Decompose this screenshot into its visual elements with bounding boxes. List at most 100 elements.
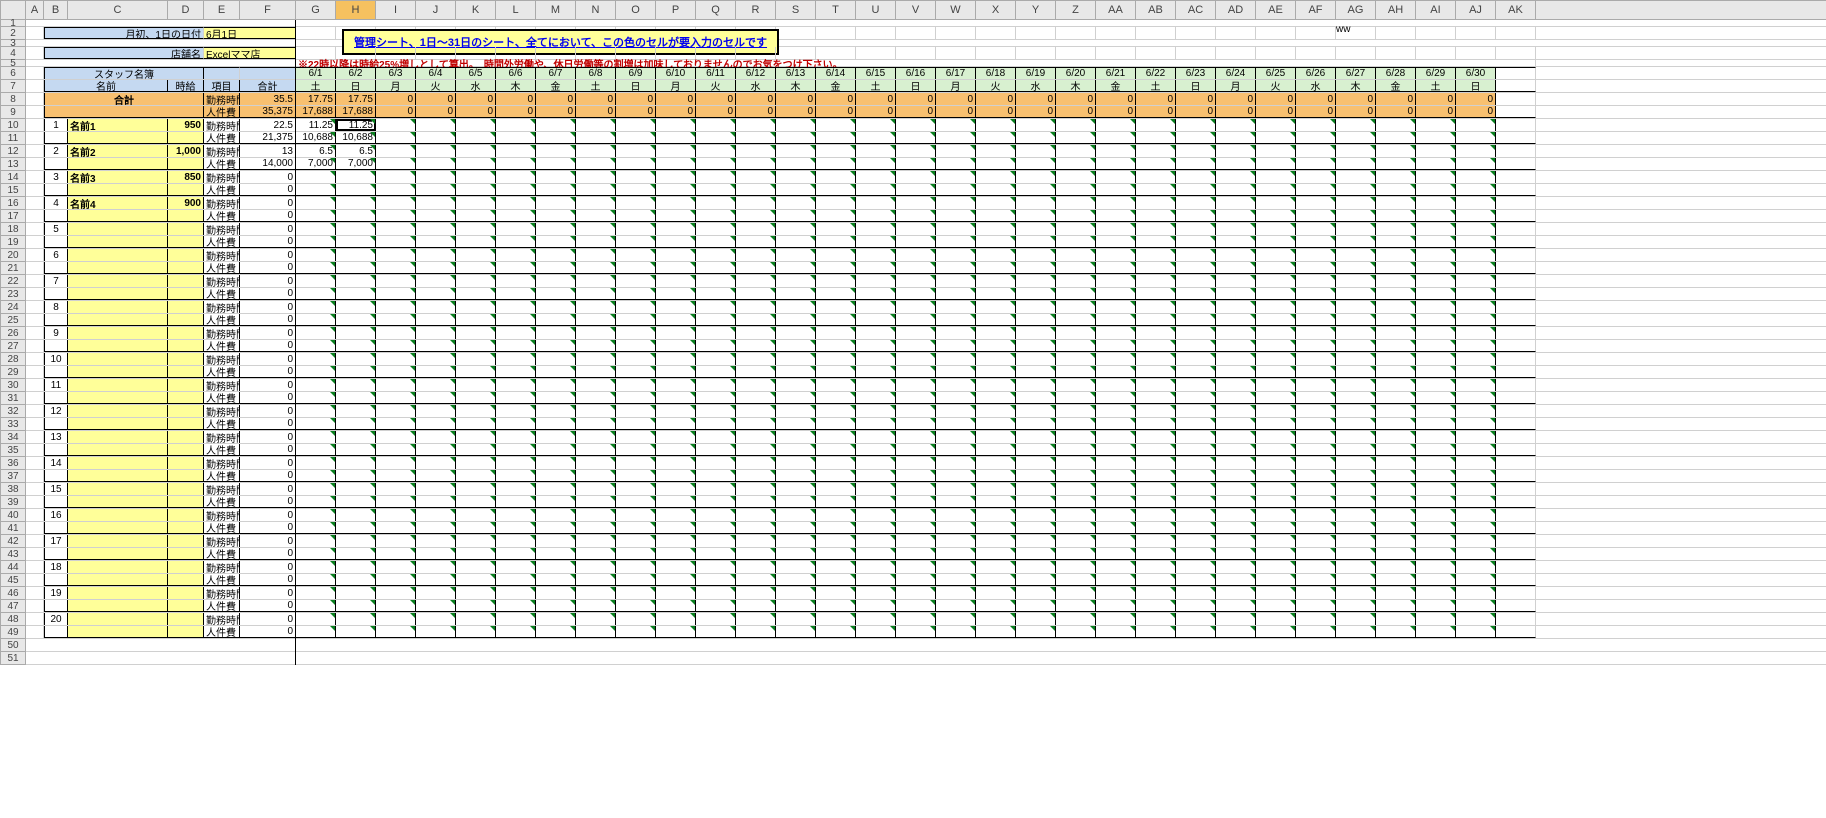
staff-2-h-27[interactable]: [1376, 145, 1416, 157]
row-header-42[interactable]: 42: [1, 535, 25, 548]
staff-wage-19[interactable]: [168, 587, 204, 599]
staff-12-h-1[interactable]: [336, 405, 376, 417]
staff-9-h-14[interactable]: [856, 327, 896, 339]
row-header-38[interactable]: 38: [1, 483, 25, 496]
staff-4-h-8[interactable]: [616, 197, 656, 209]
staff-13-h-13[interactable]: [816, 431, 856, 443]
staff-8-h-13[interactable]: [816, 301, 856, 313]
staff-9-h-11[interactable]: [736, 327, 776, 339]
staff-11-h-15[interactable]: [896, 379, 936, 391]
staff-16-h-7[interactable]: [576, 509, 616, 521]
staff-7-h-8[interactable]: [616, 275, 656, 287]
staff-7-h-7[interactable]: [576, 275, 616, 287]
staff-15-h-23[interactable]: [1216, 483, 1256, 495]
staff-11-h-28[interactable]: [1416, 379, 1456, 391]
staff-3-h-11[interactable]: [736, 171, 776, 183]
staff-5-h-5[interactable]: [496, 223, 536, 235]
col-header-Y[interactable]: Y: [1016, 1, 1056, 19]
staff-name-13[interactable]: [68, 431, 168, 443]
staff-5-h-7[interactable]: [576, 223, 616, 235]
staff-1-h-7[interactable]: [576, 119, 616, 131]
staff-9-h-18[interactable]: [1016, 327, 1056, 339]
col-header-AD[interactable]: AD: [1216, 1, 1256, 19]
staff-15-h-19[interactable]: [1056, 483, 1096, 495]
staff-14-h-16[interactable]: [936, 457, 976, 469]
staff-1-h-19[interactable]: [1056, 119, 1096, 131]
staff-13-h-3[interactable]: [416, 431, 456, 443]
row-header-44[interactable]: 44: [1, 561, 25, 574]
row-header-8[interactable]: 8: [1, 93, 25, 106]
staff-7-h-17[interactable]: [976, 275, 1016, 287]
staff-1-h-26[interactable]: [1336, 119, 1376, 131]
staff-5-h-6[interactable]: [536, 223, 576, 235]
staff-14-h-25[interactable]: [1296, 457, 1336, 469]
row-header-29[interactable]: 29: [1, 366, 25, 379]
staff-3-h-4[interactable]: [456, 171, 496, 183]
staff-17-h-14[interactable]: [856, 535, 896, 547]
col-header-X[interactable]: X: [976, 1, 1016, 19]
staff-11-h-16[interactable]: [936, 379, 976, 391]
staff-13-h-4[interactable]: [456, 431, 496, 443]
staff-8-h-19[interactable]: [1056, 301, 1096, 313]
staff-13-h-29[interactable]: [1456, 431, 1496, 443]
staff-10-h-13[interactable]: [816, 353, 856, 365]
staff-11-h-26[interactable]: [1336, 379, 1376, 391]
staff-17-h-3[interactable]: [416, 535, 456, 547]
staff-7-h-14[interactable]: [856, 275, 896, 287]
col-header-W[interactable]: W: [936, 1, 976, 19]
row-header-48[interactable]: 48: [1, 613, 25, 626]
staff-5-h-24[interactable]: [1256, 223, 1296, 235]
staff-17-h-18[interactable]: [1016, 535, 1056, 547]
staff-17-h-20[interactable]: [1096, 535, 1136, 547]
staff-wage-9[interactable]: [168, 327, 204, 339]
staff-7-h-21[interactable]: [1136, 275, 1176, 287]
staff-15-h-11[interactable]: [736, 483, 776, 495]
staff-14-h-11[interactable]: [736, 457, 776, 469]
staff-3-h-9[interactable]: [656, 171, 696, 183]
staff-4-h-11[interactable]: [736, 197, 776, 209]
staff-9-h-15[interactable]: [896, 327, 936, 339]
staff-7-h-11[interactable]: [736, 275, 776, 287]
staff-9-h-9[interactable]: [656, 327, 696, 339]
staff-3-h-3[interactable]: [416, 171, 456, 183]
staff-19-h-15[interactable]: [896, 587, 936, 599]
staff-20-h-28[interactable]: [1416, 613, 1456, 625]
staff-8-h-1[interactable]: [336, 301, 376, 313]
staff-19-h-23[interactable]: [1216, 587, 1256, 599]
staff-19-h-20[interactable]: [1096, 587, 1136, 599]
staff-4-h-28[interactable]: [1416, 197, 1456, 209]
staff-2-h-21[interactable]: [1136, 145, 1176, 157]
staff-11-h-5[interactable]: [496, 379, 536, 391]
staff-12-h-0[interactable]: [296, 405, 336, 417]
staff-12-h-28[interactable]: [1416, 405, 1456, 417]
staff-15-h-17[interactable]: [976, 483, 1016, 495]
staff-18-h-7[interactable]: [576, 561, 616, 573]
col-header-C[interactable]: C: [68, 1, 168, 19]
staff-12-h-13[interactable]: [816, 405, 856, 417]
staff-9-h-1[interactable]: [336, 327, 376, 339]
staff-19-h-27[interactable]: [1376, 587, 1416, 599]
staff-12-h-10[interactable]: [696, 405, 736, 417]
staff-19-h-6[interactable]: [536, 587, 576, 599]
staff-5-h-16[interactable]: [936, 223, 976, 235]
staff-19-h-14[interactable]: [856, 587, 896, 599]
staff-11-h-29[interactable]: [1456, 379, 1496, 391]
staff-6-h-3[interactable]: [416, 249, 456, 261]
staff-9-h-5[interactable]: [496, 327, 536, 339]
staff-10-h-1[interactable]: [336, 353, 376, 365]
staff-2-h-28[interactable]: [1416, 145, 1456, 157]
staff-15-h-2[interactable]: [376, 483, 416, 495]
staff-19-h-25[interactable]: [1296, 587, 1336, 599]
staff-18-h-9[interactable]: [656, 561, 696, 573]
staff-8-h-15[interactable]: [896, 301, 936, 313]
staff-16-h-19[interactable]: [1056, 509, 1096, 521]
staff-1-h-23[interactable]: [1216, 119, 1256, 131]
staff-wage-7[interactable]: [168, 275, 204, 287]
staff-20-h-15[interactable]: [896, 613, 936, 625]
row-header-30[interactable]: 30: [1, 379, 25, 392]
staff-8-h-18[interactable]: [1016, 301, 1056, 313]
staff-11-h-12[interactable]: [776, 379, 816, 391]
staff-17-h-29[interactable]: [1456, 535, 1496, 547]
staff-14-h-15[interactable]: [896, 457, 936, 469]
staff-1-h-6[interactable]: [536, 119, 576, 131]
